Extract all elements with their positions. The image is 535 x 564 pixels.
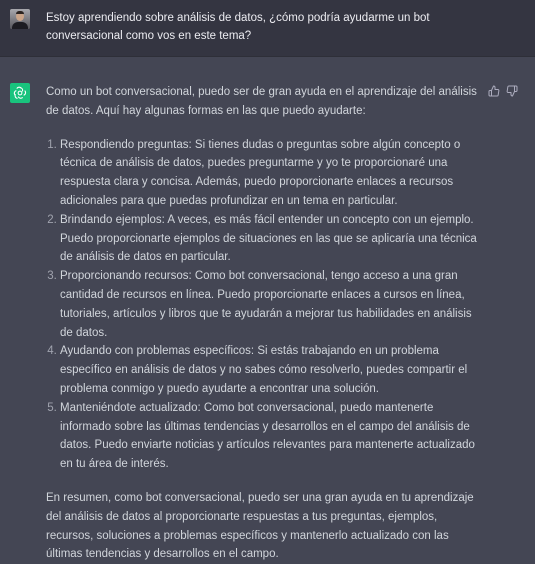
list-item: Ayudando con problemas específicos: Si e…: [60, 342, 486, 398]
list-item: Brindando ejemplos: A veces, es más fáci…: [60, 211, 486, 267]
assistant-message-row: Como un bot conversacional, puedo ser de…: [0, 57, 535, 560]
openai-logo-icon: [10, 83, 30, 103]
assistant-list: Respondiendo preguntas: Si tienes dudas …: [46, 136, 486, 474]
list-item: Proporcionando recursos: Como bot conver…: [60, 267, 486, 342]
assistant-intro: Como un bot conversacional, puedo ser de…: [46, 86, 477, 117]
thumbs-up-icon[interactable]: [488, 85, 500, 97]
assistant-conclusion: En resumen, como bot conversacional, pue…: [46, 491, 474, 561]
feedback-buttons: [488, 85, 518, 97]
list-item: Manteniéndote actualizado: Como bot conv…: [60, 399, 486, 474]
assistant-message-text: Como un bot conversacional, puedo ser de…: [46, 83, 486, 564]
user-message-text: Estoy aprendiendo sobre análisis de dato…: [46, 12, 430, 42]
user-avatar: [10, 9, 30, 29]
thumbs-down-icon[interactable]: [506, 85, 518, 97]
user-message-row: Estoy aprendiendo sobre análisis de dato…: [0, 0, 535, 57]
list-item: Respondiendo preguntas: Si tienes dudas …: [60, 136, 486, 211]
